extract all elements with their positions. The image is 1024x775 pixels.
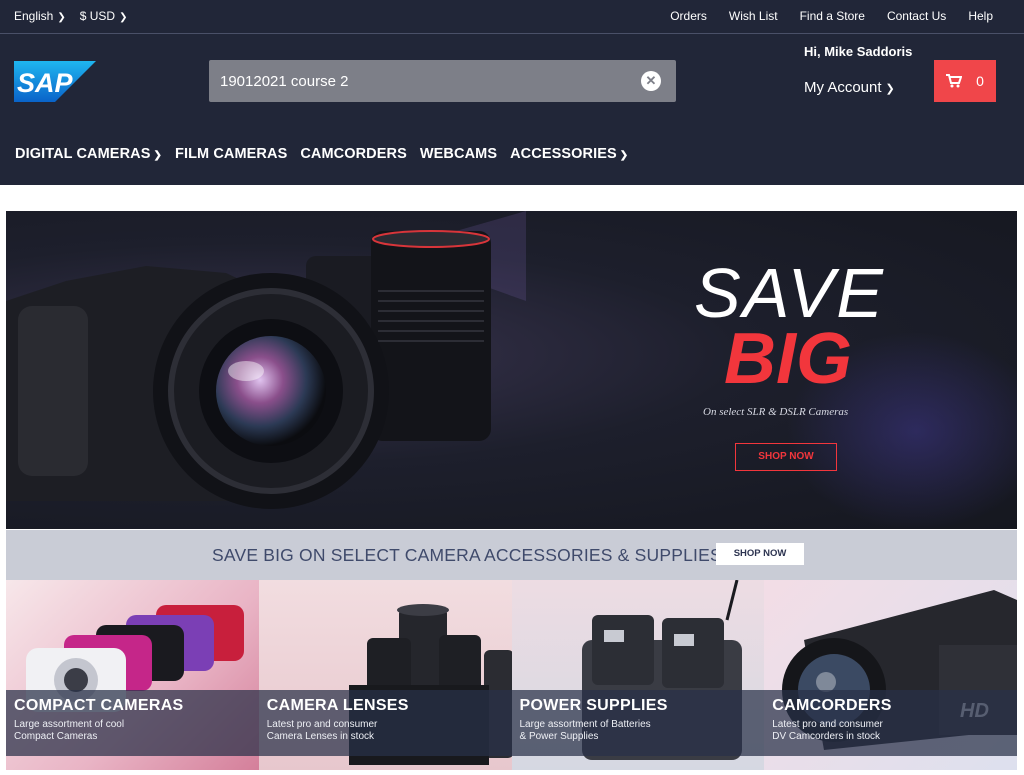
hero-subtitle: On select SLR & DSLR Cameras (703, 406, 849, 418)
tile-camera-lenses[interactable]: CAMERA LENSES Latest pro and consumer Ca… (258, 580, 512, 770)
tile-desc-line1: Latest pro and consumer (772, 719, 883, 730)
language-label: English (14, 9, 54, 23)
nav-label: ACCESSORIES (510, 146, 617, 162)
tile-title: CAMCORDERS (772, 697, 892, 714)
main-nav: DIGITAL CAMERAS ❯ FILM CAMERAS CAMCORDERS… (15, 146, 628, 162)
orders-link[interactable]: Orders (670, 9, 707, 23)
tile-title: POWER SUPPLIES (519, 697, 668, 714)
hero-banner[interactable]: SAVE BIG On select SLR & DSLR Cameras SH… (6, 211, 1017, 529)
site-header: English ❯ $ USD ❯ Orders Wish List Find a … (0, 0, 1024, 185)
promo-shop-now-button[interactable]: SHOP NOW (716, 543, 804, 565)
currency-selector[interactable]: $ USD ❯ (80, 9, 128, 23)
camera-image (6, 211, 526, 509)
category-tiles: COMPACT CAMERAS Large assortment of cool… (6, 580, 1017, 770)
nav-digital-cameras[interactable]: DIGITAL CAMERAS ❯ (15, 146, 162, 162)
nav-accessories[interactable]: ACCESSORIES ❯ (510, 146, 628, 162)
tile-desc-line2: Camera Lenses in stock (266, 731, 375, 742)
tile-desc-line2: DV Camcorders in stock (772, 731, 881, 742)
tile-caption: POWER SUPPLIES Large assortment of Batte… (511, 690, 765, 756)
tile-title: CAMERA LENSES (266, 697, 409, 714)
tile-caption: CAMERA LENSES Latest pro and consumer Ca… (258, 690, 512, 756)
tile-desc-line1: Large assortment of Batteries (519, 719, 651, 730)
nav-camcorders[interactable]: CAMCORDERS (300, 146, 407, 162)
my-account-menu[interactable]: My Account ❯ (804, 79, 895, 96)
logo-text: SAP (17, 68, 74, 98)
tile-caption: COMPACT CAMERAS Large assortment of cool… (6, 690, 259, 756)
search-box[interactable]: 19012021 course 2 ✕ (209, 60, 676, 102)
sap-logo[interactable]: SAP (14, 61, 96, 102)
tile-caption: CAMCORDERS Latest pro and consumer DV Ca… (764, 690, 1017, 756)
tile-title: COMPACT CAMERAS (14, 697, 184, 714)
tile-desc-line2: & Power Supplies (519, 731, 599, 742)
chevron-down-icon: ❯ (619, 150, 629, 161)
cart-button[interactable]: 0 (934, 60, 996, 102)
hero-headline-big: BIG (724, 319, 853, 399)
promo-text: SAVE BIG ON SELECT CAMERA ACCESSORIES & … (212, 545, 722, 565)
promo-strip[interactable]: SAVE BIG ON SELECT CAMERA ACCESSORIES & … (6, 530, 1017, 580)
tile-power-supplies[interactable]: POWER SUPPLIES Large assortment of Batte… (511, 580, 765, 770)
currency-label: $ USD (79, 9, 116, 23)
help-link[interactable]: Help (968, 9, 993, 23)
clear-search-icon[interactable]: ✕ (641, 71, 661, 91)
nav-film-cameras[interactable]: FILM CAMERAS (175, 146, 287, 162)
contact-us-link[interactable]: Contact Us (887, 9, 946, 23)
nav-webcams[interactable]: WEBCAMS (420, 146, 497, 162)
tile-desc-line1: Latest pro and consumer (266, 719, 378, 730)
language-selector[interactable]: English ❯ (14, 9, 66, 23)
chevron-down-icon: ❯ (153, 150, 162, 161)
user-greeting: Hi, Mike Saddoris (804, 44, 913, 59)
wish-list-link[interactable]: Wish List (729, 9, 778, 23)
search-input[interactable]: 19012021 course 2 (220, 73, 348, 90)
tile-desc-line1: Large assortment of cool (14, 719, 125, 730)
chevron-down-icon: ❯ (885, 83, 895, 95)
my-account-label: My Account (804, 79, 882, 96)
utility-bar: English ❯ $ USD ❯ Orders Wish List Find a … (0, 0, 1024, 34)
hero-shop-now-button[interactable]: SHOP NOW (735, 443, 837, 471)
find-store-link[interactable]: Find a Store (800, 9, 865, 23)
tile-compact-cameras[interactable]: COMPACT CAMERAS Large assortment of cool… (6, 580, 259, 770)
tile-desc-line2: Compact Cameras (14, 731, 98, 742)
tile-camcorders[interactable]: HD CAMCORDERS Latest pro and consumer DV… (764, 580, 1017, 770)
cart-count: 0 (976, 73, 984, 89)
nav-label: DIGITAL CAMERAS (15, 146, 151, 162)
chevron-down-icon: ❯ (119, 12, 128, 23)
chevron-down-icon: ❯ (57, 12, 66, 23)
cart-icon (946, 74, 963, 88)
